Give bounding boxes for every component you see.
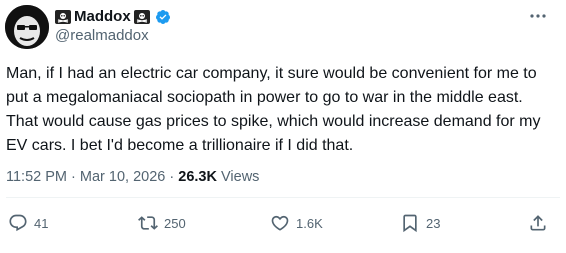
share-icon (530, 215, 546, 231)
views-count: 26.3K (178, 169, 217, 185)
tweet-time[interactable]: 11:52 PM (6, 169, 67, 185)
meta-separator: · (71, 169, 76, 185)
avatar-image (5, 5, 49, 49)
skull-crossbones-icon (55, 10, 71, 24)
share-button[interactable] (528, 213, 548, 233)
tweet-meta: 11:52 PM · Mar 10, 2026 · 26.3K Views (6, 167, 259, 187)
reply-icon (9, 214, 27, 232)
avatar[interactable] (5, 5, 49, 49)
retweet-icon (138, 216, 158, 230)
bookmark-button[interactable]: 23 (400, 213, 440, 233)
more-icon[interactable] (528, 6, 548, 31)
verified-badge-icon[interactable] (155, 9, 171, 25)
views-label: Views (221, 169, 260, 185)
reply-count: 41 (34, 215, 49, 231)
retweet-button[interactable]: 250 (138, 213, 186, 233)
like-button[interactable]: 1.6K (270, 213, 323, 233)
tweet-card: Maddox @realmaddox Man, if I had an elec… (0, 0, 566, 253)
skull-crossbones-icon (133, 10, 150, 24)
meta-separator: · (169, 169, 175, 185)
bookmark-icon (403, 214, 417, 233)
like-icon (271, 215, 289, 231)
bookmark-count: 23 (426, 215, 441, 231)
reply-button[interactable]: 41 (8, 213, 48, 233)
author-display-name[interactable]: Maddox (74, 8, 131, 26)
like-count: 1.6K (296, 215, 323, 231)
retweet-count: 250 (164, 215, 186, 231)
author-handle[interactable]: @realmaddox (55, 27, 149, 45)
author-name-row[interactable]: Maddox (55, 8, 171, 26)
divider (6, 197, 560, 198)
tweet-date[interactable]: Mar 10, 2026 (80, 169, 165, 185)
tweet-text: Man, if I had an electric car company, i… (6, 65, 541, 154)
